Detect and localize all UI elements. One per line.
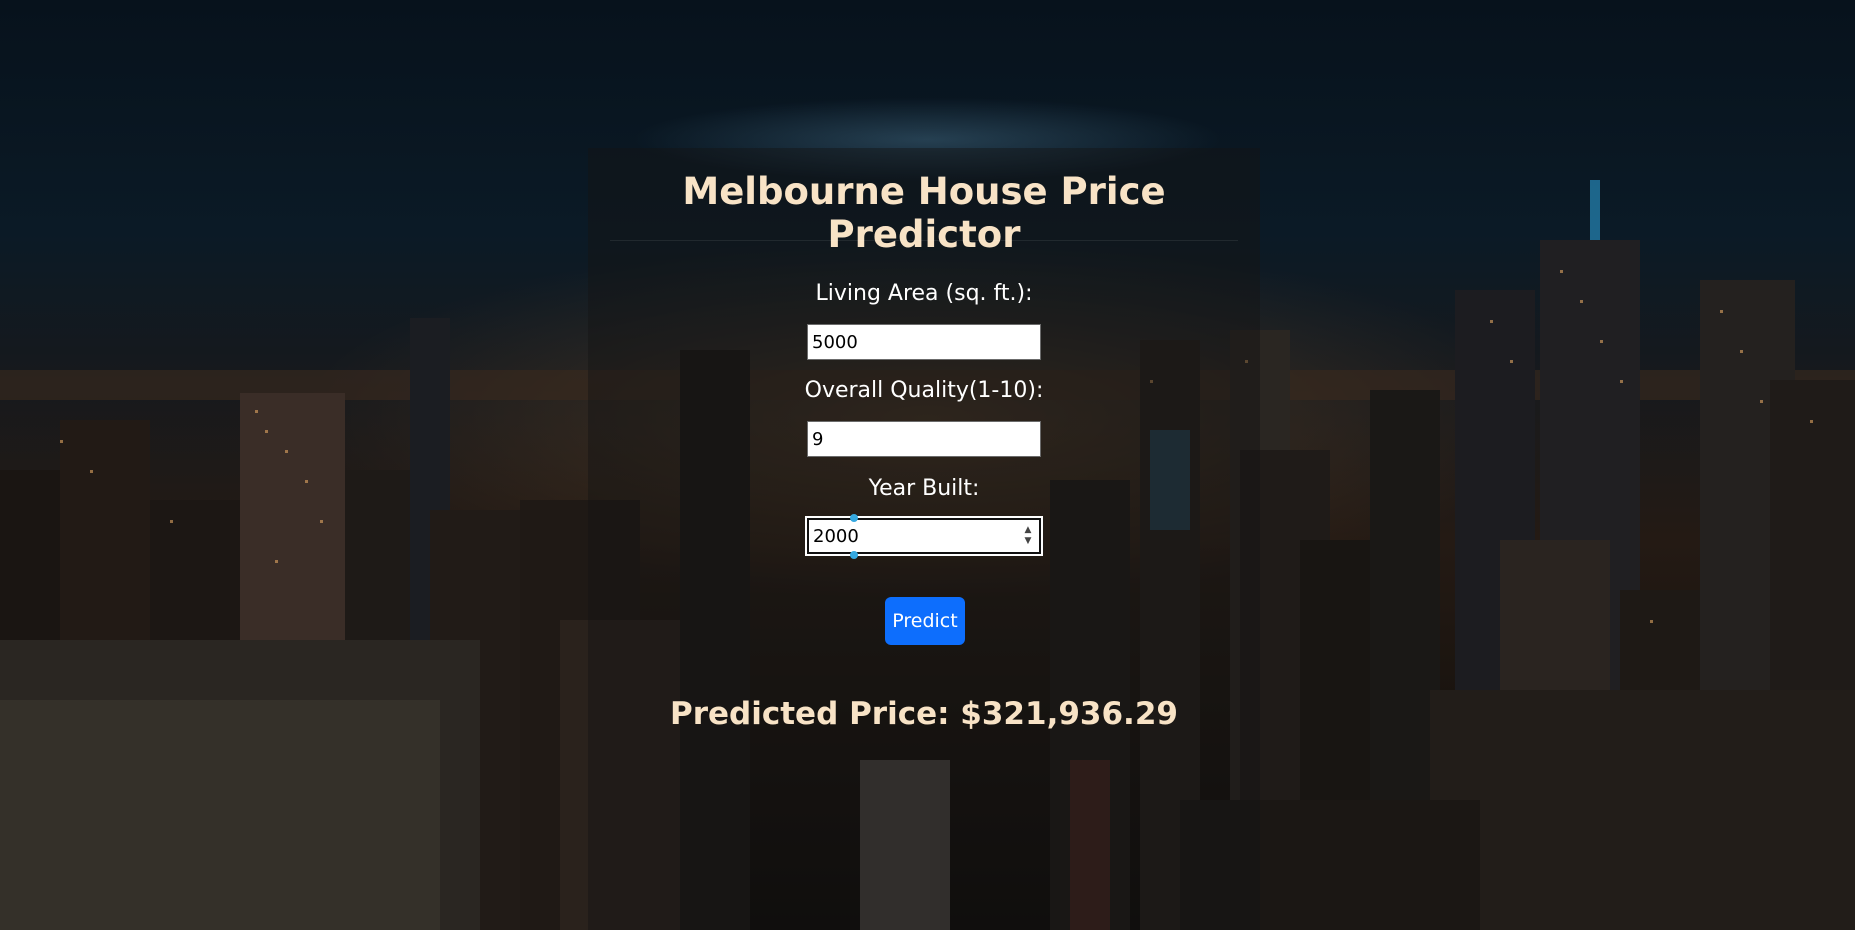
overall-quality-label: Overall Quality(1-10): (804, 378, 1044, 403)
title-divider (610, 240, 1238, 241)
living-area-input[interactable] (807, 324, 1041, 360)
overall-quality-input[interactable] (807, 421, 1041, 457)
predicted-price: Predicted Price: $321,936.29 (670, 696, 1178, 732)
living-area-label: Living Area (sq. ft.): (815, 281, 1033, 306)
year-built-input[interactable] (807, 518, 1041, 554)
resize-handle-top[interactable] (850, 514, 858, 522)
year-built-spinner[interactable]: ▲ ▼ (1022, 525, 1034, 549)
predict-button[interactable]: Predict (885, 597, 965, 645)
year-built-label: Year Built: (868, 476, 980, 501)
page-title: Melbourne House Price Predictor (682, 170, 1166, 256)
resize-handle-bottom[interactable] (850, 551, 858, 559)
